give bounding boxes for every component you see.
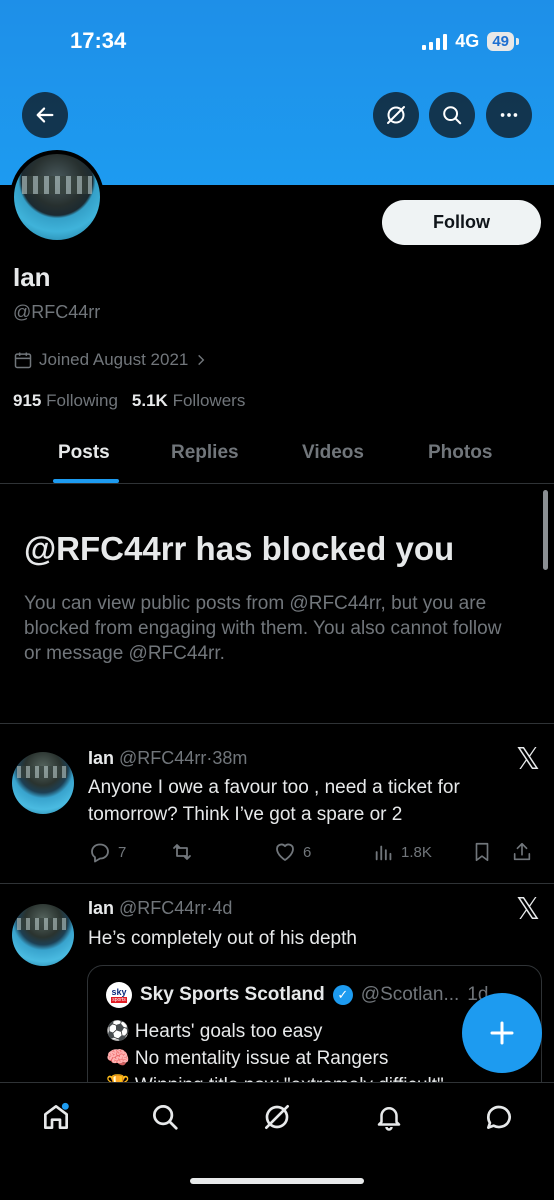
scrollbar[interactable]: [543, 490, 548, 570]
post-header: Ian @RFC44rr·38m: [88, 748, 247, 769]
bookmark-button[interactable]: [471, 841, 511, 863]
reply-icon: [91, 843, 109, 863]
quoted-author-name: Sky Sports Scotland: [140, 984, 325, 1005]
post-author-handle: @RFC44rr: [119, 748, 207, 768]
nav-search[interactable]: [147, 1099, 183, 1135]
post-time: 38m: [212, 748, 248, 768]
nav-grok[interactable]: [259, 1099, 295, 1135]
profile-name: Ian: [13, 262, 51, 292]
tab-videos[interactable]: Videos: [302, 442, 364, 464]
tab-photos[interactable]: Photos: [428, 442, 492, 464]
back-button[interactable]: [22, 92, 68, 138]
x-logo-icon: 𝕏: [515, 892, 540, 927]
post-text: Anyone I owe a favour too , need a ticke…: [88, 777, 460, 825]
repost-icon: [173, 844, 191, 860]
more-button[interactable]: [486, 92, 532, 138]
following-link[interactable]: 915 Following: [13, 391, 118, 411]
following-label: Following: [46, 391, 118, 410]
post-header: Ian @RFC44rr·4d: [88, 898, 232, 919]
tab-replies[interactable]: Replies: [171, 442, 239, 464]
search-icon: [443, 106, 462, 125]
followers-count: 5.1K: [131, 391, 168, 410]
following-count: 915: [13, 391, 42, 410]
divider: [0, 883, 554, 884]
verified-badge-icon: ✓: [332, 985, 353, 1005]
plus-icon: [490, 1021, 514, 1045]
chevron-right-icon: [198, 354, 205, 366]
notifications-icon: [377, 1107, 401, 1131]
calendar-icon: [14, 352, 32, 369]
profile-handle: @RFC44rr: [13, 302, 101, 322]
signal-icon: [422, 33, 448, 50]
battery-icon: 49: [487, 32, 519, 51]
like-count: 6: [303, 843, 312, 861]
post-author-handle: @RFC44rr: [119, 898, 207, 918]
post-avatar[interactable]: [12, 904, 74, 966]
bookmark-icon: [475, 842, 489, 862]
views-count: 1.8K: [401, 843, 432, 861]
sky-logo-bottom: sports: [111, 996, 127, 1003]
followers-link[interactable]: 5.1K Followers: [132, 391, 245, 411]
post-author-name[interactable]: Ian: [88, 748, 114, 768]
quoted-line: ⚽ Hearts' goals too easy: [106, 1021, 323, 1042]
search-button[interactable]: [429, 92, 475, 138]
post-actions: 7 6 1.8K: [88, 840, 543, 864]
profile-avatar[interactable]: [10, 150, 104, 244]
post-time: 4d: [212, 898, 233, 918]
status-indicators: 4G 49: [422, 31, 519, 52]
tab-posts[interactable]: Posts: [58, 442, 110, 464]
sky-logo-top: sky: [111, 986, 127, 997]
quoted-line: 🧠 No mentality issue at Rangers: [106, 1048, 389, 1069]
nav-messages[interactable]: [481, 1099, 517, 1135]
joined-date[interactable]: Joined August 2021: [13, 350, 208, 370]
post-author-name[interactable]: Ian: [88, 898, 114, 918]
more-icon: [500, 113, 518, 117]
grok-button[interactable]: [373, 92, 419, 138]
joined-text: Joined August 2021: [39, 350, 189, 369]
sky-sports-avatar: sky sports: [106, 982, 132, 1008]
profile-tabs: Posts Replies Videos Photos: [0, 430, 554, 484]
quoted-post-header: sky sports Sky Sports Scotland ✓ @Scotla…: [106, 982, 488, 1008]
follow-button[interactable]: Follow: [382, 200, 541, 245]
messages-icon: [487, 1105, 511, 1129]
blocked-title: @RFC44rr has blocked you: [24, 530, 455, 567]
reply-button[interactable]: 7: [88, 840, 170, 864]
active-tab-indicator: [53, 479, 119, 483]
share-button[interactable]: [511, 841, 533, 863]
like-button[interactable]: 6: [273, 840, 373, 864]
status-bar: 17:34 4G 49: [0, 0, 554, 80]
views-icon: [375, 845, 392, 861]
divider: [0, 723, 554, 724]
nav-notifications[interactable]: [371, 1099, 407, 1135]
x-logo-icon: 𝕏: [515, 742, 540, 777]
arrow-left-icon: [36, 107, 54, 123]
home-indicator: [190, 1178, 364, 1184]
grok-icon: [387, 106, 405, 124]
grok-icon: [265, 1105, 289, 1129]
post-text: He’s completely out of his depth: [88, 928, 357, 949]
post-avatar[interactable]: [12, 752, 74, 814]
compose-button[interactable]: [462, 993, 542, 1073]
repost-button[interactable]: [170, 840, 273, 864]
share-icon: [513, 842, 531, 861]
home-icon: [44, 1102, 69, 1129]
followers-label: Followers: [172, 391, 246, 410]
nav-home[interactable]: [38, 1099, 74, 1135]
blocked-description: You can view public posts from @RFC44rr,…: [24, 593, 502, 664]
network-type: 4G: [455, 31, 480, 51]
heart-icon: [276, 843, 294, 861]
reply-count: 7: [118, 843, 127, 861]
status-time: 17:34: [70, 28, 127, 53]
views-button[interactable]: 1.8K: [373, 841, 471, 863]
search-icon: [153, 1105, 178, 1130]
follow-stats: 915 Following 5.1K Followers: [13, 391, 245, 411]
quoted-author-handle: @Scotlan...: [360, 984, 460, 1005]
